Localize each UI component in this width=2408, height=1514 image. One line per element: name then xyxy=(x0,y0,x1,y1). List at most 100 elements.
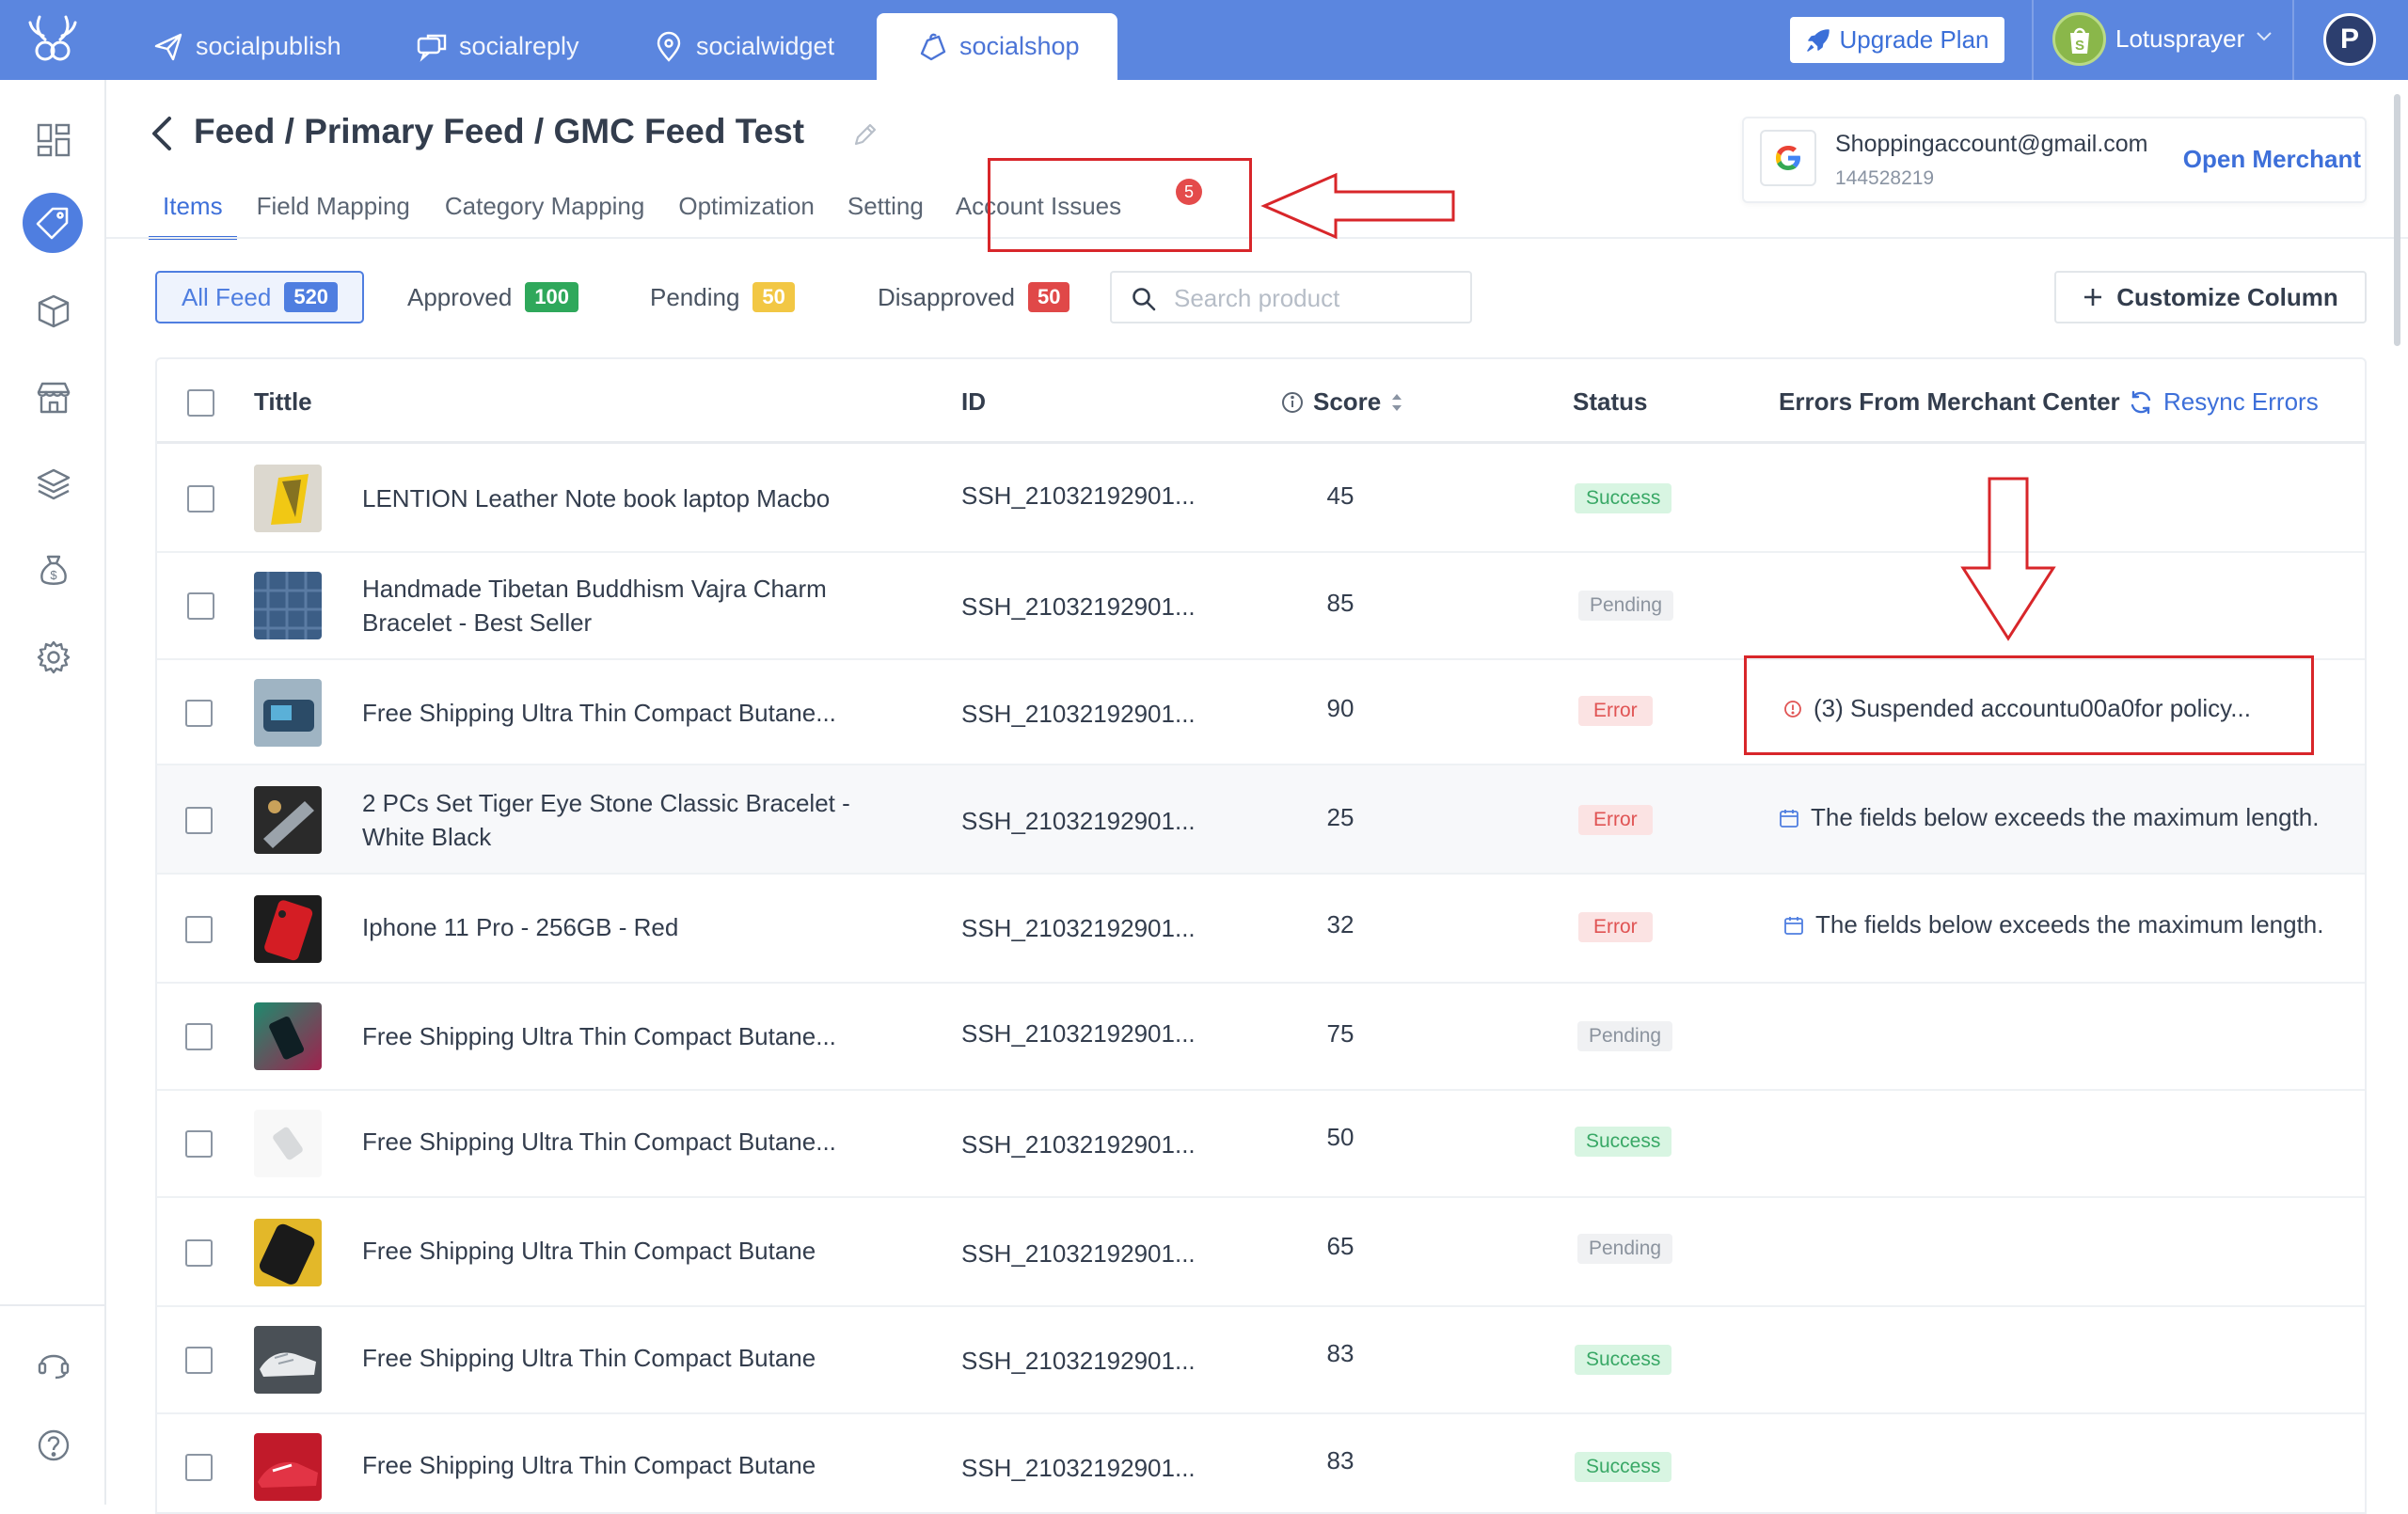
upgrade-plan-button[interactable]: Upgrade Plan xyxy=(1790,17,2004,63)
breadcrumb: Feed / Primary Feed / GMC Feed Test xyxy=(194,112,805,150)
product-title[interactable]: Free Shipping Ultra Thin Compact Butane.… xyxy=(362,696,889,730)
product-title[interactable]: LENTION Leather Note book laptop Macbo xyxy=(362,481,889,515)
table-row[interactable]: Free Shipping Ultra Thin Compact Butane … xyxy=(157,1198,2365,1307)
select-all-checkbox[interactable] xyxy=(187,389,214,417)
search-icon xyxy=(1133,288,1156,311)
status-badge: Success xyxy=(1575,1345,1672,1375)
product-title[interactable]: Free Shipping Ultra Thin Compact Butane.… xyxy=(362,1125,889,1159)
calendar-icon xyxy=(1780,809,1798,828)
column-header-score[interactable]: Score xyxy=(1281,387,1403,417)
tab-field-mapping[interactable]: Field Mapping xyxy=(243,192,424,237)
shopify-logo-icon: S xyxy=(2052,12,2106,66)
row-checkbox[interactable] xyxy=(185,1454,213,1481)
search-box xyxy=(1110,271,1472,323)
row-checkbox[interactable] xyxy=(185,807,213,834)
tab-setting[interactable]: Setting xyxy=(833,192,938,237)
product-id: SSH_21032192901... xyxy=(961,807,1196,835)
sidebar-item-dashboard[interactable] xyxy=(29,116,78,165)
customize-column-button[interactable]: Customize Column xyxy=(2054,271,2367,323)
product-title[interactable]: Free Shipping Ultra Thin Compact Butane xyxy=(362,1448,889,1482)
chevron-down-icon[interactable] xyxy=(2256,31,2273,42)
nav-tab-socialwidget[interactable]: socialwidget xyxy=(653,13,834,80)
nav-tab-socialpublish[interactable]: socialpublish xyxy=(152,13,341,80)
product-id: SSH_21032192901... xyxy=(961,1130,1196,1159)
table-row[interactable]: Iphone 11 Pro - 256GB - Red SSH_21032192… xyxy=(157,875,2365,984)
product-title[interactable]: Iphone 11 Pro - 256GB - Red xyxy=(362,910,889,944)
table-row[interactable]: 2 PCs Set Tiger Eye Stone Classic Bracel… xyxy=(157,765,2365,875)
layers-icon xyxy=(37,468,71,500)
sidebar-item-layers[interactable] xyxy=(29,460,78,509)
back-arrow-icon[interactable] xyxy=(149,115,175,152)
user-avatar[interactable]: P xyxy=(2323,13,2376,66)
nav-tab-socialshop[interactable]: socialshop xyxy=(877,13,1117,80)
merchant-email: Shoppingaccount@gmail.com xyxy=(1835,131,2148,157)
table-row[interactable]: Free Shipping Ultra Thin Compact Butane … xyxy=(157,1307,2365,1414)
filter-pending[interactable]: Pending 50 xyxy=(650,271,795,323)
row-checkbox[interactable] xyxy=(187,485,214,513)
row-checkbox[interactable] xyxy=(185,1023,213,1050)
row-checkbox[interactable] xyxy=(185,1239,213,1267)
tab-category-mapping[interactable]: Category Mapping xyxy=(431,192,658,237)
filter-disapproved[interactable]: Disapproved 50 xyxy=(878,271,1070,323)
product-title[interactable]: Free Shipping Ultra Thin Compact Butane xyxy=(362,1341,889,1375)
column-header-status[interactable]: Status xyxy=(1573,387,1647,417)
merchant-error-message[interactable]: The fields below exceeds the maximum len… xyxy=(1783,910,2324,939)
table-row[interactable]: Free Shipping Ultra Thin Compact Butane.… xyxy=(157,984,2365,1091)
settings-icon xyxy=(37,640,71,674)
resync-errors-button[interactable]: Resync Errors xyxy=(2128,387,2319,417)
sidebar-item-store[interactable] xyxy=(29,373,78,422)
status-badge: Error xyxy=(1578,912,1653,942)
sidebar-item-settings[interactable] xyxy=(29,633,78,682)
product-score: 75 xyxy=(1326,1019,1354,1048)
sidebar-item-help[interactable] xyxy=(29,1421,78,1470)
sidebar-item-billing[interactable]: $ xyxy=(29,546,78,595)
column-header-id[interactable]: ID xyxy=(961,387,986,417)
support-headset-icon xyxy=(38,1354,70,1380)
product-thumbnail xyxy=(254,1219,322,1286)
tab-items[interactable]: Items xyxy=(149,192,237,240)
edit-pencil-icon[interactable] xyxy=(851,120,879,149)
vertical-scrollbar[interactable] xyxy=(2394,94,2400,346)
filter-approved[interactable]: Approved 100 xyxy=(407,271,579,323)
row-checkbox[interactable] xyxy=(185,916,213,943)
annotation-box-error-message xyxy=(1744,655,2314,755)
row-checkbox[interactable] xyxy=(185,1347,213,1374)
column-header-errors: Errors From Merchant Center xyxy=(1779,387,2120,416)
merchant-error-message[interactable]: The fields below exceeds the maximum len… xyxy=(1779,803,2320,832)
product-title[interactable]: Free Shipping Ultra Thin Compact Butane.… xyxy=(362,1019,889,1053)
open-merchant-link[interactable]: Open Merchant xyxy=(2183,145,2361,174)
sort-icon[interactable] xyxy=(1390,392,1403,413)
sidebar-item-products[interactable] xyxy=(23,193,83,253)
table-row[interactable]: Free Shipping Ultra Thin Compact Butane.… xyxy=(157,1091,2365,1198)
row-checkbox[interactable] xyxy=(187,592,214,620)
product-id: SSH_21032192901... xyxy=(961,700,1196,728)
nav-tab-label: socialwidget xyxy=(696,32,835,60)
column-header-title[interactable]: Tittle xyxy=(254,387,312,417)
product-title[interactable]: 2 PCs Set Tiger Eye Stone Classic Bracel… xyxy=(362,786,889,854)
product-title[interactable]: Free Shipping Ultra Thin Compact Butane xyxy=(362,1234,889,1268)
nav-tab-label: socialreply xyxy=(459,32,579,60)
row-checkbox[interactable] xyxy=(185,1130,213,1158)
table-row[interactable]: Free Shipping Ultra Thin Compact Butane … xyxy=(157,1414,2365,1512)
divider xyxy=(2292,0,2294,80)
merchant-account-card: Shoppingaccount@gmail.com 144528219 Open… xyxy=(1742,117,2367,203)
paper-plane-icon xyxy=(154,33,182,60)
status-badge: Error xyxy=(1578,696,1653,726)
sidebar-item-packages[interactable] xyxy=(29,287,78,336)
product-thumbnail xyxy=(254,465,322,532)
info-icon[interactable] xyxy=(1281,391,1304,414)
store-name[interactable]: Lotusprayer xyxy=(2115,24,2244,54)
row-checkbox[interactable] xyxy=(185,700,213,727)
status-badge: Pending xyxy=(1578,591,1674,621)
tab-optimization[interactable]: Optimization xyxy=(664,192,829,237)
product-title[interactable]: Handmade Tibetan Buddhism Vajra Charm Br… xyxy=(362,572,889,639)
status-badge: Pending xyxy=(1577,1234,1673,1264)
sidebar-item-support[interactable] xyxy=(29,1338,78,1387)
nav-tab-socialreply[interactable]: socialreply xyxy=(416,13,579,80)
product-id: SSH_21032192901... xyxy=(961,1019,1196,1048)
antler-logo-icon[interactable] xyxy=(21,13,85,66)
filter-all-feed[interactable]: All Feed 520 xyxy=(155,271,364,323)
annotation-box-account-issues xyxy=(988,158,1252,252)
status-badge: Success xyxy=(1575,483,1672,513)
search-input[interactable] xyxy=(1174,280,1456,316)
